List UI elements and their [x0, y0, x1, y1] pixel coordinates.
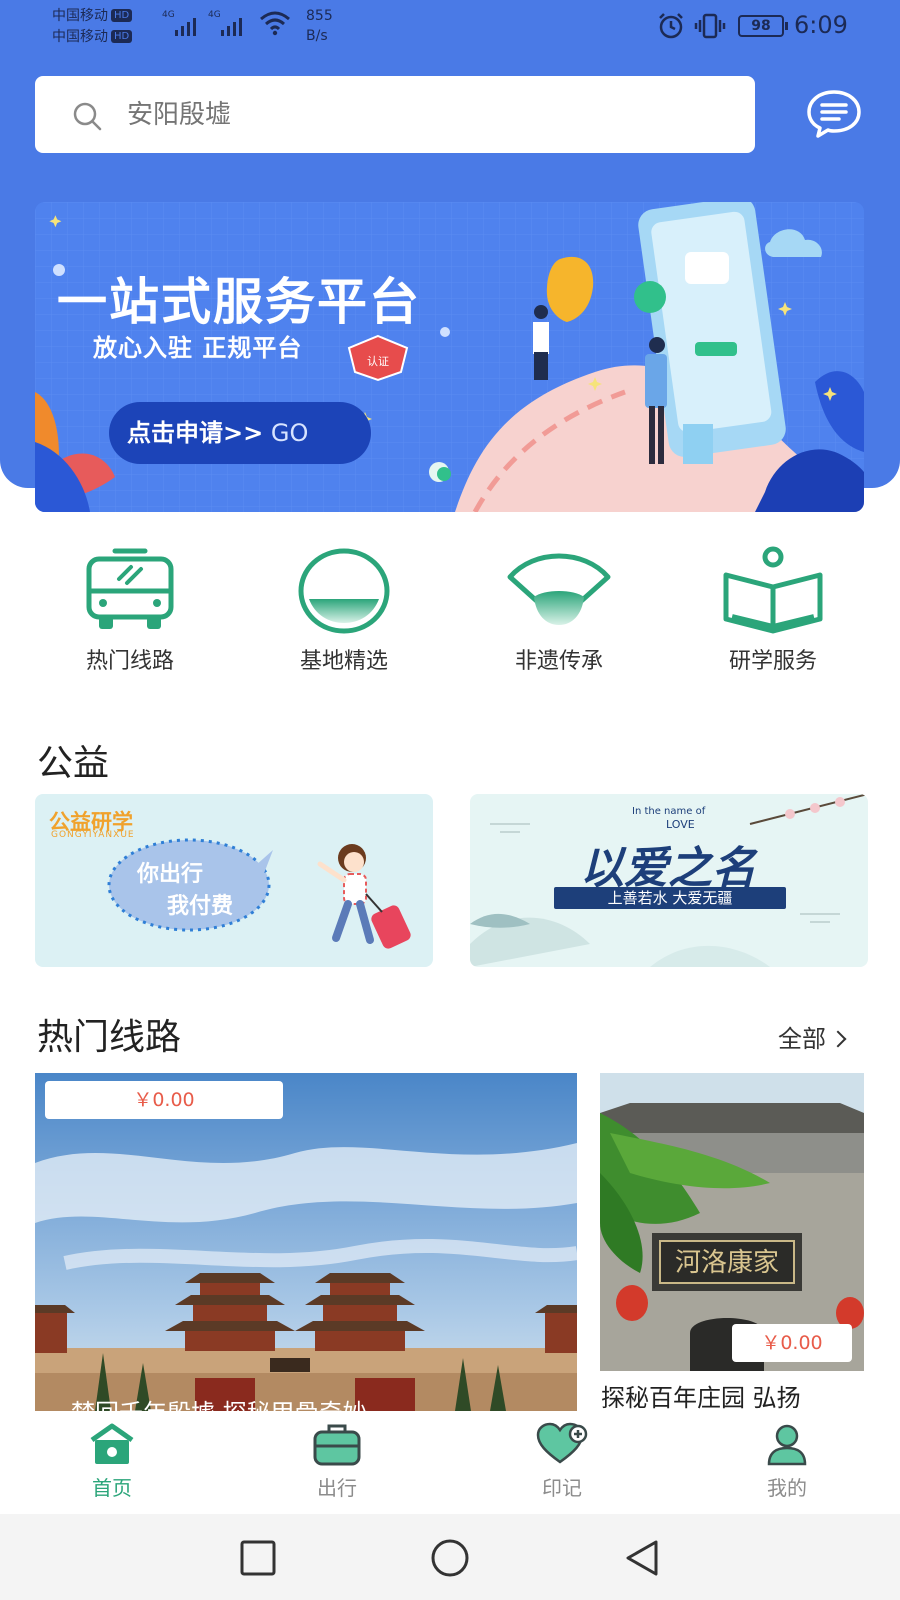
network-speed: 855 B/s	[306, 6, 333, 46]
search-icon	[73, 102, 102, 131]
network-type-1: 4G	[162, 10, 175, 20]
bottom-tab-bar: 首页 出行 印记 我的	[0, 1412, 900, 1514]
search-bar[interactable]	[35, 76, 755, 153]
status-bar: 中国移动 HD 中国移动 HD 4G 4G 855 B/s 98 6:09	[0, 0, 900, 50]
base-icon	[298, 548, 390, 634]
tab-label: 首页	[92, 1476, 132, 1500]
route-card[interactable]: ￥0.00 梦回千年殷墟 探秘甲骨奇妙	[35, 1073, 577, 1411]
apply-button[interactable]: 点击申请>> GO	[109, 402, 371, 464]
wifi-icon	[260, 11, 290, 36]
view-all-label: 全部	[778, 1025, 826, 1053]
system-navigation-bar	[0, 1514, 900, 1600]
quick-entry-heritage[interactable]: 非遗传承	[494, 545, 624, 675]
home-icon	[90, 1423, 134, 1464]
shield-badge-icon: 认证	[347, 334, 409, 382]
banner-badge-text: 认证	[367, 355, 389, 368]
alarm-icon	[659, 13, 683, 39]
speed-value: 855	[306, 8, 333, 24]
bus-icon	[86, 548, 174, 629]
battery-icon: 98	[738, 15, 788, 37]
user-icon	[767, 1424, 807, 1466]
quick-entry-label: 非遗传承	[514, 649, 603, 674]
fan-icon	[507, 553, 611, 625]
tab-label: 我的	[767, 1476, 807, 1500]
manor-sign-text: 河洛康家	[675, 1248, 779, 1278]
route-card[interactable]: 河洛康家 ￥0.00	[600, 1073, 864, 1371]
hot-routes-title: 热门线路	[37, 1017, 182, 1058]
card-line-1: 你出行	[137, 862, 204, 887]
quick-entry-study[interactable]: 研学服务	[708, 545, 838, 675]
speed-unit: B/s	[306, 28, 328, 44]
quick-entry-label: 研学服务	[728, 649, 817, 674]
public-welfare-card-love[interactable]: In the name of LOVE 以爱之名 上善若水 大爱无疆	[470, 794, 868, 967]
traveler-illustration	[317, 844, 411, 949]
apply-button-go: GO	[263, 419, 309, 447]
hd-badge: HD	[111, 9, 133, 22]
price-tag: ￥0.00	[732, 1324, 852, 1362]
tab-travel[interactable]: 出行	[277, 1422, 397, 1501]
back-icon[interactable]	[622, 1538, 662, 1578]
promo-banner[interactable]: 一站式服务平台 放心入驻 正规平台 认证 点击申请>> GO	[35, 202, 864, 512]
apply-button-label: 点击申请>>	[127, 419, 264, 447]
love-caption-small: In the name of	[632, 806, 706, 817]
tab-label: 出行	[317, 1476, 357, 1500]
view-all-link[interactable]: 全部	[778, 1019, 847, 1054]
search-input[interactable]	[127, 95, 707, 135]
book-icon	[723, 546, 823, 634]
tab-memories[interactable]: 印记	[502, 1422, 622, 1501]
route-title: 梦回千年殷墟 探秘甲骨奇妙	[71, 1393, 367, 1411]
love-ribbon: 上善若水 大爱无疆	[554, 887, 786, 909]
quick-entry-label: 热门线路	[85, 649, 174, 674]
quick-entry-label: 基地精选	[299, 649, 388, 674]
network-type-2: 4G	[208, 10, 221, 20]
vibrate-icon	[694, 13, 726, 39]
carrier-1: 中国移动 HD	[52, 6, 133, 26]
banner-subtitle: 放心入驻 正规平台	[93, 334, 303, 362]
public-welfare-title: 公益	[37, 743, 110, 784]
message-icon[interactable]	[806, 88, 862, 138]
quick-entry-hot-routes[interactable]: 热门线路	[65, 545, 195, 675]
home-circle-icon[interactable]	[430, 1538, 470, 1578]
clock: 6:09	[794, 11, 848, 39]
carrier-1-name: 中国移动	[52, 8, 108, 24]
love-caption: LOVE	[666, 818, 695, 831]
suitcase-icon	[313, 1424, 361, 1466]
carrier-2-name: 中国移动	[52, 29, 108, 45]
tab-profile[interactable]: 我的	[727, 1422, 847, 1501]
carrier-2: 中国移动 HD	[52, 27, 133, 47]
route-title: 探秘百年庄园 弘扬	[601, 1384, 801, 1412]
tab-home[interactable]: 首页	[52, 1422, 172, 1501]
chevron-right-icon	[829, 1030, 847, 1048]
route-photo-yinxu	[35, 1073, 577, 1411]
heart-icon	[536, 1422, 588, 1464]
quick-entry-bases[interactable]: 基地精选	[279, 545, 409, 675]
price-tag: ￥0.00	[45, 1081, 283, 1119]
tab-label: 印记	[542, 1476, 582, 1500]
banner-title: 一站式服务平台	[57, 273, 421, 331]
recent-apps-icon[interactable]	[238, 1538, 278, 1578]
card-line-2: 我付费	[167, 894, 234, 919]
public-welfare-card-study[interactable]: 公益研学 GONGYIYANXUE 你出行 我付费	[35, 794, 433, 967]
hd-badge: HD	[111, 30, 133, 43]
